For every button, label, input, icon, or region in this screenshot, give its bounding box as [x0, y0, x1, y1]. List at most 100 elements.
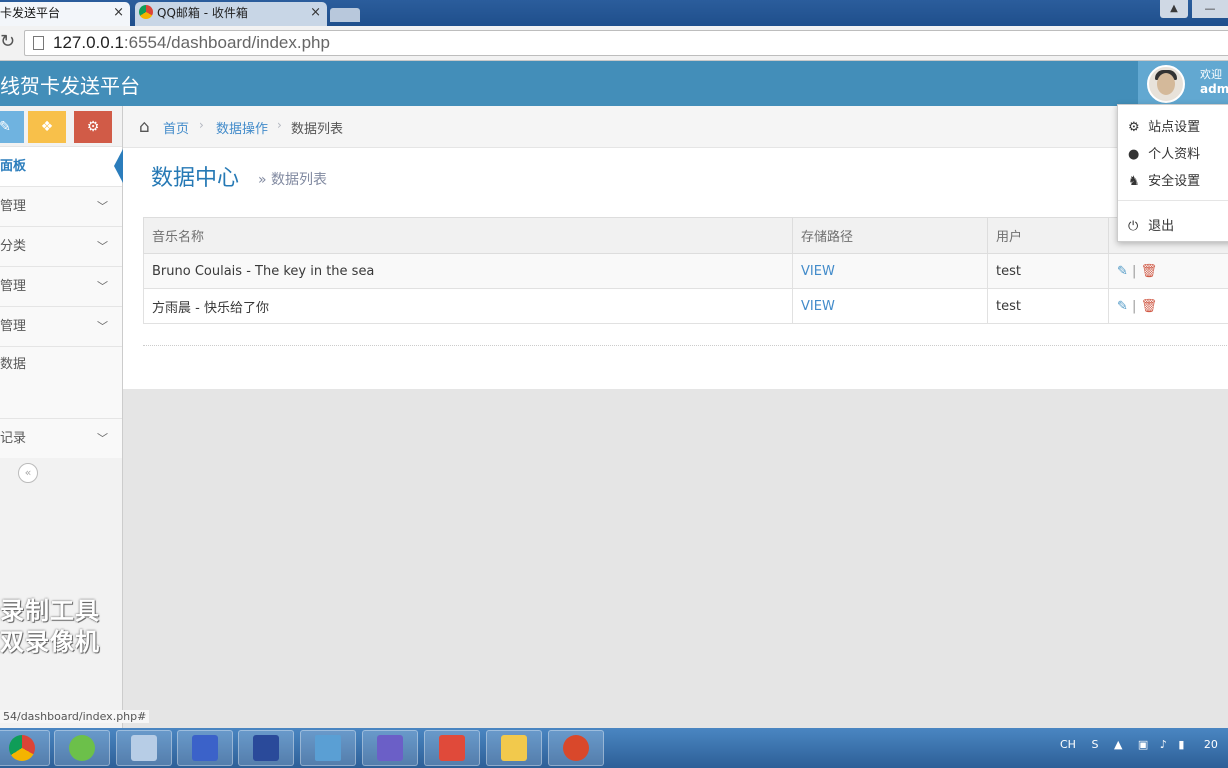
browser-tab-active[interactable]: 卡发送平台 ×: [0, 2, 130, 26]
clock[interactable]: 20: [1204, 738, 1218, 751]
sidebar-item-manage-1[interactable]: 管理 ﹀: [0, 186, 122, 226]
view-link[interactable]: VIEW: [801, 264, 835, 279]
watermark-line: 双录像机: [0, 628, 100, 656]
user-dropdown-menu: ⚙ 站点设置 ● 个人资料 ♞ 安全设置 ⏻ 退出: [1117, 104, 1228, 242]
column-header-name: 音乐名称: [143, 217, 793, 254]
taskbar-editor-icon[interactable]: [177, 730, 233, 766]
taskbar-folder-icon[interactable]: [486, 730, 542, 766]
chevron-down-icon: ﹀: [97, 200, 108, 213]
taskbar-chrome-icon[interactable]: [0, 730, 50, 766]
url-input[interactable]: 127.0.0.1:6554/dashboard/index.php: [24, 30, 1228, 56]
cogs-shortcut-button[interactable]: ⚙: [74, 111, 112, 143]
volume-icon[interactable]: ♪: [1160, 738, 1167, 751]
chevron-down-icon: ﹀: [97, 320, 108, 333]
view-link[interactable]: VIEW: [801, 299, 835, 314]
sidebar-item-manage-3[interactable]: 管理 ﹀: [0, 306, 122, 346]
input-method-indicator[interactable]: CH: [1060, 738, 1076, 751]
menu-item-profile[interactable]: ● 个人资料: [1128, 143, 1200, 162]
sidebar-item-label: 数据: [0, 357, 27, 372]
table-row: 方雨晨 - 快乐给了你 VIEW test ✎ | 🗑: [143, 288, 1228, 324]
welcome-username: adm: [1200, 82, 1228, 96]
user-profile-icon[interactable]: ▲: [1160, 0, 1188, 18]
chevron-down-icon: ﹀: [97, 280, 108, 293]
url-text: 127.0.0.1:6554/dashboard/index.php: [53, 33, 330, 53]
taskbar-phpstorm-icon[interactable]: [362, 730, 418, 766]
tray-expand-icon[interactable]: ▲: [1114, 738, 1122, 751]
tab-title: 卡发送平台: [0, 6, 61, 20]
sidebar-item-manage-2[interactable]: 管理 ﹀: [0, 266, 122, 306]
sidebar: ✎ ❖ ⚙ 面板 管理 ﹀ 分类 ﹀ 管理 ﹀ 管理 ﹀ 数据 记录 ﹀ « 录…: [0, 106, 150, 728]
sidebar-item-data[interactable]: 数据: [0, 346, 122, 418]
sidebar-item-label: 管理: [0, 279, 27, 294]
browser-addressbar: ↻ 127.0.0.1:6554/dashboard/index.php: [0, 26, 1228, 61]
pencil-shortcut-button[interactable]: ✎: [0, 111, 24, 143]
cell-music-name: Bruno Coulais - The key in the sea: [143, 253, 793, 289]
page-title: 数据中心: [151, 166, 240, 191]
recorder-watermark: 录制工具 双录像机: [0, 596, 100, 658]
table-row: Bruno Coulais - The key in the sea VIEW …: [143, 253, 1228, 289]
network-status-icon[interactable]: ▣: [1138, 738, 1148, 751]
breadcrumb: ⌂ 首页 › 数据操作 › 数据列表: [123, 106, 1228, 148]
user-icon: ●: [1128, 147, 1140, 162]
tab-close-icon[interactable]: ×: [113, 2, 124, 24]
reload-icon[interactable]: ↻: [0, 30, 22, 54]
breadcrumb-current: 数据列表: [291, 122, 344, 137]
table-header-row: 音乐名称 存储路径 用户: [143, 217, 1228, 254]
taskbar-360-icon[interactable]: [54, 730, 110, 766]
sidebar-item-records[interactable]: 记录 ﹀: [0, 418, 122, 458]
breadcrumb-home[interactable]: 首页: [163, 118, 189, 137]
chevron-down-icon: ﹀: [97, 432, 108, 445]
avatar: [1147, 65, 1185, 103]
menu-item-label: 退出: [1148, 219, 1175, 234]
user-secret-icon: ♞: [1128, 174, 1140, 189]
new-tab-button[interactable]: [330, 8, 360, 22]
breadcrumb-section[interactable]: 数据操作: [216, 118, 268, 137]
menu-item-logout[interactable]: ⏻ 退出: [1128, 215, 1174, 234]
menu-item-security[interactable]: ♞ 安全设置: [1128, 170, 1200, 189]
tab-close-icon[interactable]: ×: [310, 2, 321, 24]
sidebar-item-label: 管理: [0, 199, 27, 214]
taskbar-remote-icon[interactable]: [116, 730, 172, 766]
welcome-greeting: 欢迎: [1200, 68, 1222, 81]
divider: [143, 345, 1228, 346]
taskbar-tool-icon[interactable]: [424, 730, 480, 766]
users-shortcut-button[interactable]: ❖: [28, 111, 66, 143]
sidebar-item-category[interactable]: 分类 ﹀: [0, 226, 122, 266]
minimize-icon[interactable]: —: [1192, 0, 1228, 18]
browser-tab-qqmail[interactable]: QQ邮箱 - 收件箱 ×: [135, 2, 327, 26]
brand-title[interactable]: 线贺卡发送平台: [0, 70, 140, 99]
welcome-text: 欢迎 adm: [1200, 67, 1228, 97]
main-content: ⌂ 首页 › 数据操作 › 数据列表 数据中心 » 数据列表 音乐名称 存储路径…: [123, 106, 1228, 389]
watermark-line: 录制工具: [0, 597, 100, 625]
gear-icon: ⚙: [1128, 120, 1140, 135]
sidebar-item-label: 记录: [0, 431, 27, 446]
menu-item-site-settings[interactable]: ⚙ 站点设置: [1128, 116, 1200, 135]
url-host: 127.0.0.1: [53, 33, 124, 52]
menu-item-label: 个人资料: [1148, 147, 1201, 162]
system-tray: CH S ▲ ▣ ♪ ▮ 20: [1060, 738, 1218, 751]
edit-pencil-icon[interactable]: ✎: [1117, 264, 1128, 279]
taskbar-recorder-icon[interactable]: [548, 730, 604, 766]
sidebar-item-label: 分类: [0, 239, 27, 254]
cell-user: test: [987, 288, 1109, 324]
data-table: 音乐名称 存储路径 用户 Bruno Coulais - The key in …: [143, 217, 1228, 324]
trash-icon[interactable]: 🗑: [1141, 299, 1158, 314]
page-icon: [33, 36, 44, 50]
menu-item-label: 安全设置: [1148, 174, 1201, 189]
home-icon: ⌂: [139, 117, 150, 137]
windows-taskbar: CH S ▲ ▣ ♪ ▮ 20: [0, 728, 1228, 768]
taskbar-notepad-icon[interactable]: [238, 730, 294, 766]
tab-title: QQ邮箱 - 收件箱: [157, 6, 248, 20]
trash-icon[interactable]: 🗑: [1141, 264, 1158, 279]
signal-icon[interactable]: ▮: [1178, 738, 1184, 751]
sidebar-item-dashboard[interactable]: 面板: [0, 146, 123, 186]
user-menu-toggle[interactable]: 欢迎 adm: [1138, 61, 1228, 106]
cell-music-name: 方雨晨 - 快乐给了你: [143, 288, 793, 324]
taskbar-image-icon[interactable]: [300, 730, 356, 766]
sidebar-item-label: 面板: [0, 159, 27, 174]
status-url: 54/dashboard/index.php#: [0, 710, 150, 723]
sidebar-collapse-icon[interactable]: «: [18, 463, 38, 483]
edit-pencil-icon[interactable]: ✎: [1117, 299, 1128, 314]
column-header-path: 存储路径: [792, 217, 988, 254]
sogou-icon[interactable]: S: [1091, 738, 1098, 751]
